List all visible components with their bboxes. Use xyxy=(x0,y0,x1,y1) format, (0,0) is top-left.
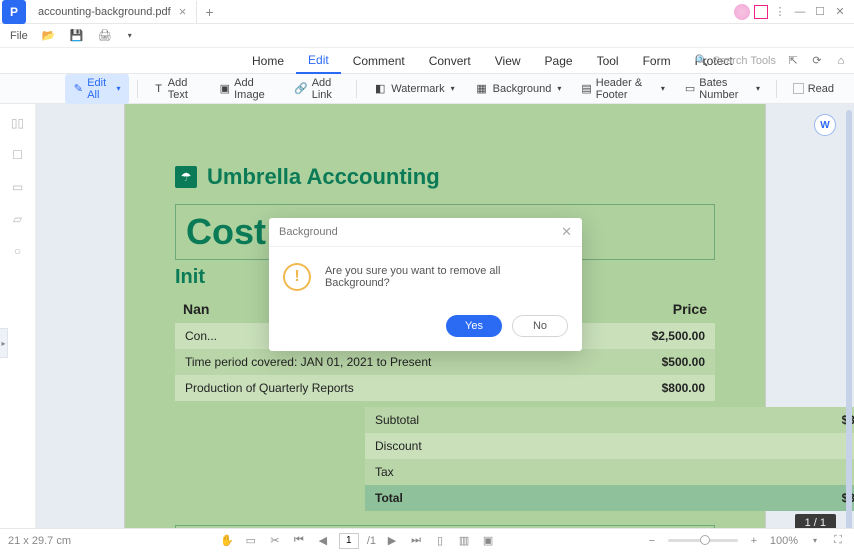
select-tool-icon[interactable]: ▭ xyxy=(243,533,259,549)
menu-home[interactable]: Home xyxy=(240,48,296,74)
edit-toolbar: ✎ Edit All TAdd Text ▣Add Image 🔗Add Lin… xyxy=(0,74,854,104)
page-dimensions: 21 x 29.7 cm xyxy=(8,535,71,547)
open-file-icon[interactable]: 📂 xyxy=(38,27,60,45)
save-icon[interactable]: 💾 xyxy=(66,27,88,45)
app-logo-icon: P xyxy=(2,0,26,24)
search-tools[interactable]: 🔍 Search Tools xyxy=(695,54,776,67)
share-icon[interactable]: ⇱ xyxy=(786,54,800,68)
tab-close-icon[interactable]: × xyxy=(179,4,187,19)
yes-button[interactable]: Yes xyxy=(446,315,502,337)
menu-tool[interactable]: Tool xyxy=(585,48,631,74)
attachments-icon[interactable]: ▭ xyxy=(9,178,27,196)
close-window-button[interactable]: ✕ xyxy=(832,4,848,20)
document-tab[interactable]: accounting-background.pdf × xyxy=(28,1,197,23)
read-button[interactable]: Read xyxy=(785,80,842,98)
new-tab-button[interactable]: + xyxy=(197,4,221,20)
minimize-button[interactable]: — xyxy=(792,4,808,20)
confirm-dialog: Background ✕ ! Are you sure you want to … xyxy=(269,218,582,351)
prev-page-icon[interactable]: ◀ xyxy=(315,533,331,549)
menu-comment[interactable]: Comment xyxy=(341,48,417,74)
dialog-close-icon[interactable]: ✕ xyxy=(561,224,572,240)
next-page-icon[interactable]: ▶ xyxy=(384,533,400,549)
link-icon: 🔗 xyxy=(294,82,308,96)
page-number-input[interactable] xyxy=(339,533,359,549)
account-avatar-icon[interactable] xyxy=(734,4,750,20)
edit-all-button[interactable]: ✎ Edit All xyxy=(65,74,128,104)
titlebar: P accounting-background.pdf × + ⋮ — ☐ ✕ xyxy=(0,0,854,24)
menu-view[interactable]: View xyxy=(483,48,533,74)
image-icon: ▣ xyxy=(220,82,231,96)
header-footer-button[interactable]: ▤Header & Footer xyxy=(573,74,673,104)
zoom-dropdown[interactable] xyxy=(806,533,822,549)
edit-icon: ✎ xyxy=(73,82,83,96)
zoom-out-icon[interactable]: − xyxy=(644,533,660,549)
table-row: Time period covered: JAN 01, 2021 to Pre… xyxy=(175,349,715,375)
menu-form[interactable]: Form xyxy=(631,48,683,74)
page-total: /1 xyxy=(367,535,376,547)
zoom-slider[interactable] xyxy=(668,539,738,542)
crop-tool-icon[interactable]: ✂ xyxy=(267,533,283,549)
add-link-button[interactable]: 🔗Add Link xyxy=(286,74,348,104)
menu-convert[interactable]: Convert xyxy=(417,48,483,74)
watermark-icon: ◧ xyxy=(373,82,387,96)
warning-icon: ! xyxy=(283,263,311,291)
tab-title: accounting-background.pdf xyxy=(38,6,171,18)
search-icon: 🔍 xyxy=(695,54,709,67)
add-image-button[interactable]: ▣Add Image xyxy=(212,74,282,104)
menu-page[interactable]: Page xyxy=(533,48,585,74)
bates-number-button[interactable]: ▭Bates Number xyxy=(677,74,768,104)
fit-page-icon[interactable]: ⛶ xyxy=(830,533,846,549)
layout-facing-icon[interactable]: ▣ xyxy=(480,533,496,549)
last-page-icon[interactable]: ⏭ xyxy=(408,533,424,549)
statusbar: 21 x 29.7 cm ✋ ▭ ✂ ⏮ ◀ /1 ▶ ⏭ ▯ ▥ ▣ − + … xyxy=(0,528,854,552)
col-price: Price xyxy=(598,295,715,323)
zoom-in-icon[interactable]: + xyxy=(746,533,762,549)
more-menu-icon[interactable]: ⋮ xyxy=(772,4,788,20)
expand-icon[interactable]: ⌂ xyxy=(834,54,848,68)
expand-sidebar-handle[interactable]: ▸ xyxy=(0,328,8,358)
layout-cont-icon[interactable]: ▥ xyxy=(456,533,472,549)
bates-icon: ▭ xyxy=(685,82,695,96)
read-checkbox[interactable] xyxy=(793,83,804,94)
watermark-button[interactable]: ◧Watermark xyxy=(365,79,462,99)
vertical-scrollbar[interactable] xyxy=(846,110,852,546)
header-footer-icon: ▤ xyxy=(581,82,591,96)
notification-icon[interactable] xyxy=(754,5,768,19)
dialog-message: Are you sure you want to remove all Back… xyxy=(325,265,568,289)
summary-table: Subtotal$3,800.00 Discount$0.00 Tax$0.00… xyxy=(365,407,854,511)
layers-icon[interactable]: ▱ xyxy=(9,210,27,228)
quick-access-bar: File 📂 💾 🖨 xyxy=(0,24,854,48)
cloud-icon[interactable]: ⟳ xyxy=(810,54,824,68)
search-placeholder: Search Tools xyxy=(713,55,776,67)
brand-logo-icon: ☂ xyxy=(175,166,197,188)
thumbnails-icon[interactable]: ▯▯ xyxy=(9,114,27,132)
background-icon: ▦ xyxy=(475,82,489,96)
first-page-icon[interactable]: ⏮ xyxy=(291,533,307,549)
menubar: Home Edit Comment Convert View Page Tool… xyxy=(0,48,854,74)
layout-single-icon[interactable]: ▯ xyxy=(432,533,448,549)
search-panel-icon[interactable]: ○ xyxy=(9,242,27,260)
maximize-button[interactable]: ☐ xyxy=(812,4,828,20)
brand-name: Umbrella Acccounting xyxy=(207,164,440,190)
zoom-value: 100% xyxy=(770,535,798,547)
quick-more-icon[interactable] xyxy=(122,29,136,42)
add-text-button[interactable]: TAdd Text xyxy=(145,74,207,104)
zoom-thumb[interactable] xyxy=(700,535,710,545)
menu-edit[interactable]: Edit xyxy=(296,48,341,74)
background-button[interactable]: ▦Background xyxy=(467,79,570,99)
table-row: Production of Quarterly Reports $800.00 xyxy=(175,375,715,401)
hand-tool-icon[interactable]: ✋ xyxy=(219,533,235,549)
dialog-title: Background xyxy=(279,226,338,238)
bookmark-icon[interactable]: ☐ xyxy=(9,146,27,164)
print-icon[interactable]: 🖨 xyxy=(94,27,116,45)
word-export-badge[interactable]: W xyxy=(814,114,836,136)
no-button[interactable]: No xyxy=(512,315,568,337)
file-menu[interactable]: File xyxy=(6,28,32,44)
text-icon: T xyxy=(153,82,163,96)
